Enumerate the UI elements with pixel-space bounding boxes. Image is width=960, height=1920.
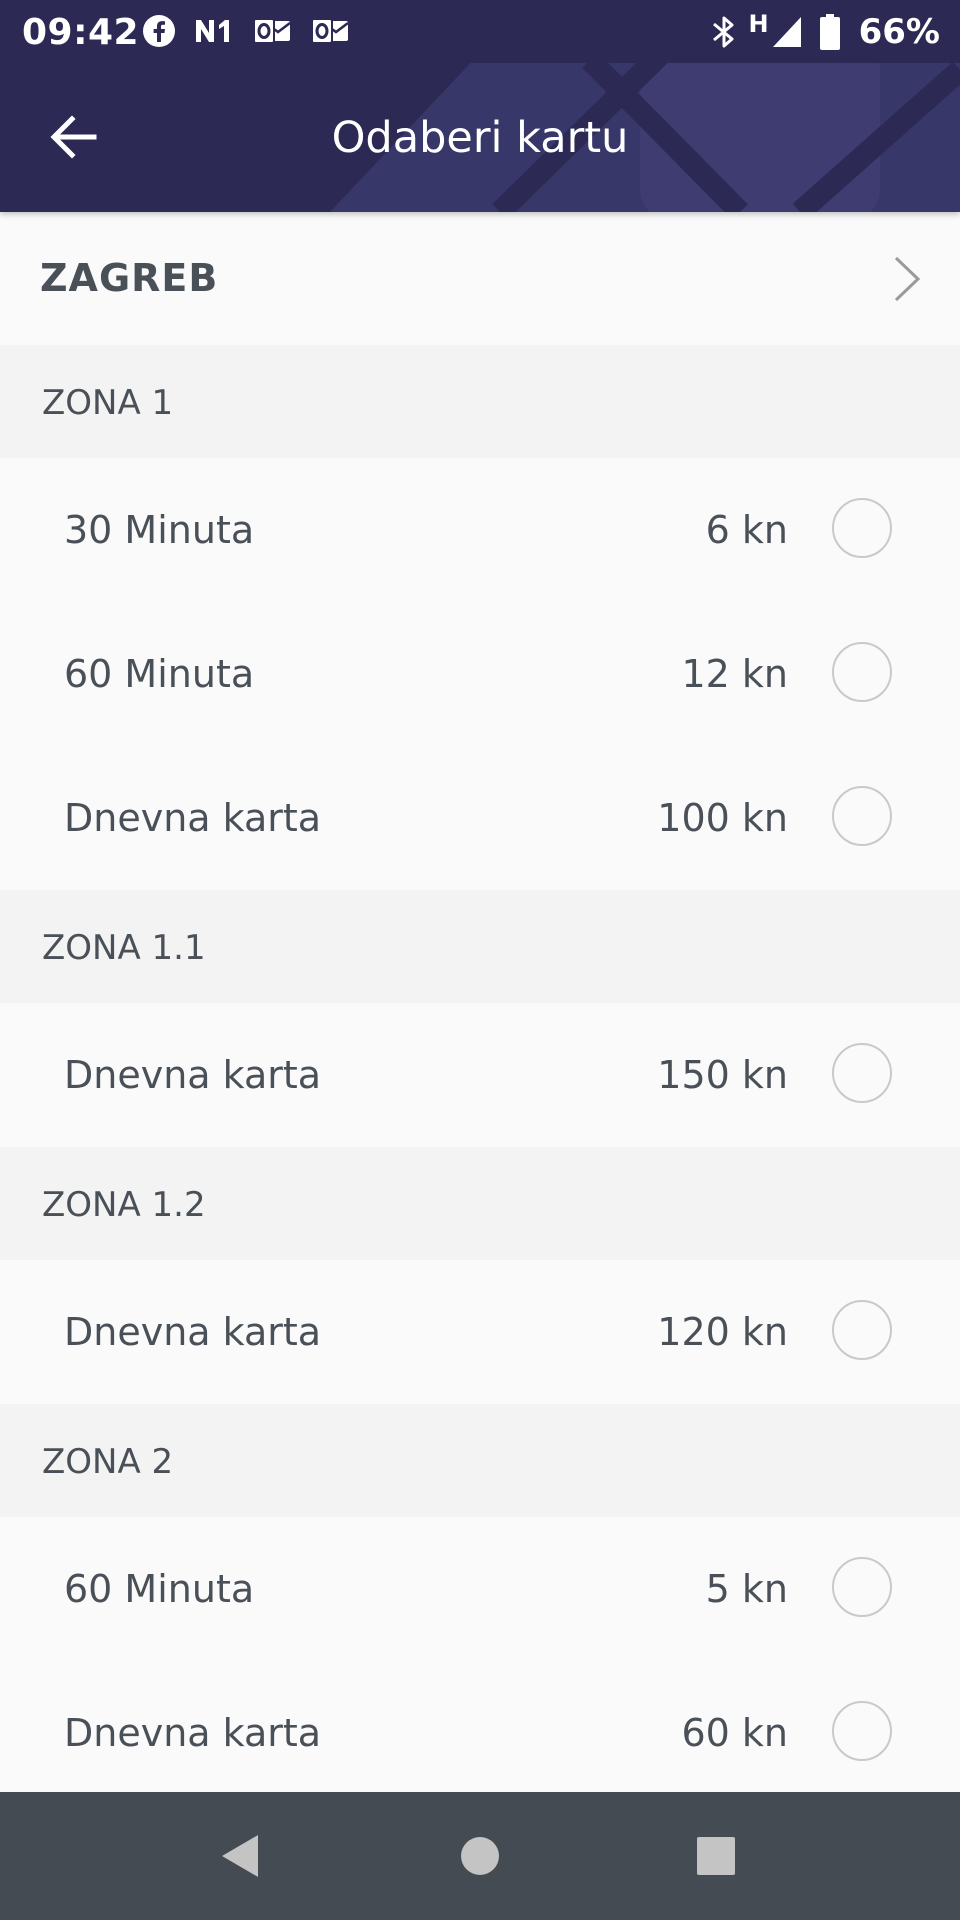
battery-percent: 66% bbox=[858, 12, 940, 52]
zone-header: ZONA 1.2 bbox=[0, 1147, 960, 1260]
ticket-row[interactable]: Dnevna karta 150 kn bbox=[0, 1003, 960, 1147]
ticket-row[interactable]: Dnevna karta 60 kn bbox=[0, 1661, 960, 1792]
ticket-price: 120 kn bbox=[657, 1310, 788, 1354]
ticket-radio-button[interactable] bbox=[832, 498, 892, 558]
notification-icons bbox=[142, 13, 368, 49]
ticket-price: 60 kn bbox=[681, 1711, 788, 1755]
ticket-name: 60 Minuta bbox=[64, 1567, 255, 1611]
ticket-radio-button[interactable] bbox=[832, 1701, 892, 1761]
zone-header: ZONA 1 bbox=[0, 345, 960, 458]
system-nav-bar bbox=[0, 1792, 960, 1920]
zone-label: ZONA 2 bbox=[42, 1442, 174, 1482]
ticket-radio-button[interactable] bbox=[832, 1043, 892, 1103]
city-name: ZAGREB bbox=[40, 256, 219, 300]
ticket-row[interactable]: 60 Minuta 5 kn bbox=[0, 1517, 960, 1661]
system-status-icons: H 66% bbox=[699, 10, 940, 52]
zone-header: ZONA 2 bbox=[0, 1404, 960, 1517]
ticket-name: 60 Minuta bbox=[64, 652, 255, 696]
nav-home-button[interactable] bbox=[450, 1826, 510, 1886]
ticket-row[interactable]: Dnevna karta 120 kn bbox=[0, 1260, 960, 1404]
ticket-name: Dnevna karta bbox=[64, 1711, 322, 1755]
ticket-row[interactable]: 30 Minuta 6 kn bbox=[0, 458, 960, 602]
nav-recents-button[interactable] bbox=[686, 1826, 746, 1886]
back-triangle-icon bbox=[222, 1835, 258, 1877]
nav-back-button[interactable] bbox=[210, 1826, 270, 1886]
ticket-row[interactable]: Dnevna karta 100 kn bbox=[0, 746, 960, 890]
zone-label: ZONA 1.1 bbox=[42, 928, 206, 968]
cell-signal-icon bbox=[771, 15, 803, 49]
chevron-right-icon bbox=[894, 256, 921, 302]
zone-header: ZONA 1.1 bbox=[0, 890, 960, 1003]
ticket-price: 6 kn bbox=[705, 508, 788, 552]
recents-square-icon bbox=[697, 1837, 735, 1875]
status-time: 09:42 bbox=[22, 12, 140, 53]
app-bar: Odaberi kartu bbox=[0, 63, 960, 212]
ticket-name: 30 Minuta bbox=[64, 508, 255, 552]
ticket-price: 12 kn bbox=[681, 652, 788, 696]
city-selector[interactable]: ZAGREB bbox=[0, 212, 960, 346]
ticket-name: Dnevna karta bbox=[64, 1053, 322, 1097]
page-title: Odaberi kartu bbox=[331, 113, 629, 163]
ticket-radio-button[interactable] bbox=[832, 786, 892, 846]
battery-icon bbox=[819, 13, 841, 51]
outlook-icon bbox=[252, 14, 292, 48]
ticket-price: 100 kn bbox=[657, 796, 788, 840]
status-bar: 09:42 H 66% bbox=[0, 0, 960, 63]
ticket-radio-button[interactable] bbox=[832, 1300, 892, 1360]
facebook-icon bbox=[142, 14, 176, 48]
ticket-radio-button[interactable] bbox=[832, 1557, 892, 1617]
outlook-icon bbox=[310, 14, 350, 48]
zone-label: ZONA 1.2 bbox=[42, 1185, 206, 1225]
bluetooth-icon bbox=[711, 14, 737, 50]
zone-label: ZONA 1 bbox=[42, 383, 174, 423]
ticket-row[interactable]: 60 Minuta 12 kn bbox=[0, 602, 960, 746]
ticket-radio-button[interactable] bbox=[832, 642, 892, 702]
n1-app-icon bbox=[194, 14, 234, 48]
home-circle-icon bbox=[461, 1837, 499, 1875]
ticket-name: Dnevna karta bbox=[64, 1310, 322, 1354]
ticket-price: 150 kn bbox=[657, 1053, 788, 1097]
ticket-name: Dnevna karta bbox=[64, 796, 322, 840]
network-type: H bbox=[748, 10, 769, 38]
ticket-price: 5 kn bbox=[705, 1567, 788, 1611]
